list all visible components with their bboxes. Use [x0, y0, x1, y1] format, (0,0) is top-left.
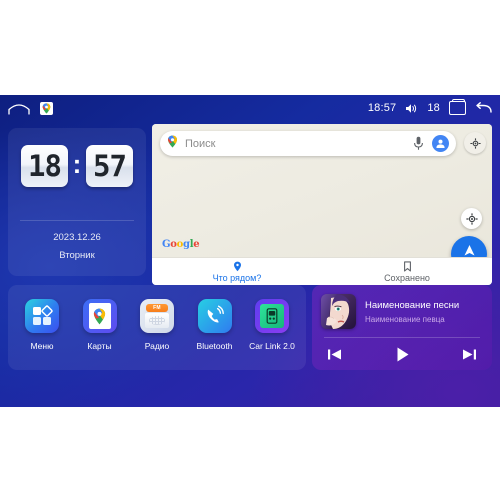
clock-weekday: Вторник: [59, 250, 95, 261]
grid-menu-icon: [25, 299, 59, 333]
play-button[interactable]: [393, 345, 412, 364]
app-item-carlink[interactable]: Car Link 2.0: [246, 299, 298, 351]
radio-band-label: FM: [146, 303, 168, 312]
my-location-button[interactable]: [461, 208, 482, 229]
clock-widget[interactable]: 18 : 57 2023.12.26 Вторник: [8, 128, 146, 276]
clock-separator: :: [72, 149, 82, 179]
clock-date: 2023.12.26: [53, 232, 101, 243]
app-item-bluetooth[interactable]: Bluetooth: [189, 299, 241, 351]
volume-icon[interactable]: [405, 103, 418, 114]
music-player-widget[interactable]: Наименование песни Наименование певца: [312, 285, 492, 370]
app-label-maps: Карты: [87, 341, 112, 351]
music-meta: Наименование песни Наименование певца: [365, 300, 459, 324]
microphone-icon[interactable]: [413, 136, 432, 151]
app-label-bluetooth: Bluetooth: [196, 341, 233, 351]
previous-track-button[interactable]: [326, 346, 343, 363]
map-pin-icon: [167, 134, 178, 153]
google-wordmark: Google: [162, 239, 200, 250]
bookmark-icon: [403, 260, 411, 272]
google-maps-badge-icon[interactable]: [40, 101, 53, 115]
map-tab-nearby[interactable]: Что рядом?: [152, 258, 322, 285]
music-controls: [326, 345, 478, 364]
map-tab-saved-label: Сохранено: [384, 272, 430, 283]
clock-divider: [20, 220, 134, 221]
car-link-icon: [255, 299, 289, 333]
map-tab-nearby-label: Что рядом?: [212, 272, 262, 283]
nearby-pin-icon: [233, 261, 241, 271]
bluetooth-phone-icon: [197, 299, 232, 333]
car-head-unit-screen: 18:57 18 18 : 57 2023.12.26 Вторник Поис…: [0, 95, 500, 407]
volume-level: 18: [427, 102, 440, 114]
map-canvas[interactable]: Поиск Google: [152, 124, 492, 272]
skip-previous-icon: [328, 349, 341, 360]
google-maps-icon: [82, 299, 117, 333]
recents-icon[interactable]: [449, 98, 466, 115]
map-search-placeholder: Поиск: [185, 137, 216, 150]
status-bar-left: [8, 101, 53, 115]
music-divider: [324, 337, 480, 338]
map-tab-saved[interactable]: Сохранено: [322, 258, 492, 285]
status-bar: 18:57 18: [0, 95, 500, 121]
clock-digits: 18 : 57: [8, 145, 146, 187]
app-label-carlink: Car Link 2.0: [249, 341, 295, 351]
music-track-info: Наименование песни Наименование певца: [321, 294, 483, 329]
apps-dock: Меню Карты FM Радио Bluetooth Car Link 2…: [8, 285, 306, 370]
my-location-icon: [465, 212, 478, 225]
home-arc-icon[interactable]: [8, 102, 30, 115]
app-item-radio[interactable]: FM Радио: [131, 299, 183, 351]
track-title: Наименование песни: [365, 299, 460, 311]
skip-next-icon: [463, 349, 476, 360]
map-layers-button[interactable]: [464, 132, 486, 154]
map-search-bar[interactable]: Поиск: [160, 131, 456, 156]
track-artist: Наименование певца: [365, 314, 445, 324]
apps-row: Меню Карты FM Радио Bluetooth Car Link 2…: [16, 299, 298, 351]
app-label-radio: Радио: [144, 341, 170, 351]
status-time: 18:57: [367, 102, 397, 114]
navigation-arrow-icon: [464, 244, 474, 255]
back-arrow-icon[interactable]: [475, 102, 492, 114]
app-item-maps[interactable]: Карты: [74, 299, 126, 351]
app-item-menu[interactable]: Меню: [16, 299, 68, 351]
status-bar-right: 18:57 18: [367, 98, 492, 115]
map-bottom-tabs: Что рядом? Сохранено: [152, 257, 492, 285]
fm-radio-icon: FM: [140, 299, 174, 333]
clock-hours: 18: [21, 145, 68, 187]
clock-minutes: 57: [86, 145, 133, 187]
next-track-button[interactable]: [461, 346, 478, 363]
app-label-menu: Меню: [30, 341, 54, 351]
google-maps-widget[interactable]: Поиск Google Что рядом? Сохранено: [152, 124, 492, 285]
account-avatar-icon[interactable]: [432, 135, 449, 152]
map-layers-icon: [469, 137, 481, 149]
album-art-portrait: [321, 294, 356, 329]
play-icon: [397, 347, 408, 362]
